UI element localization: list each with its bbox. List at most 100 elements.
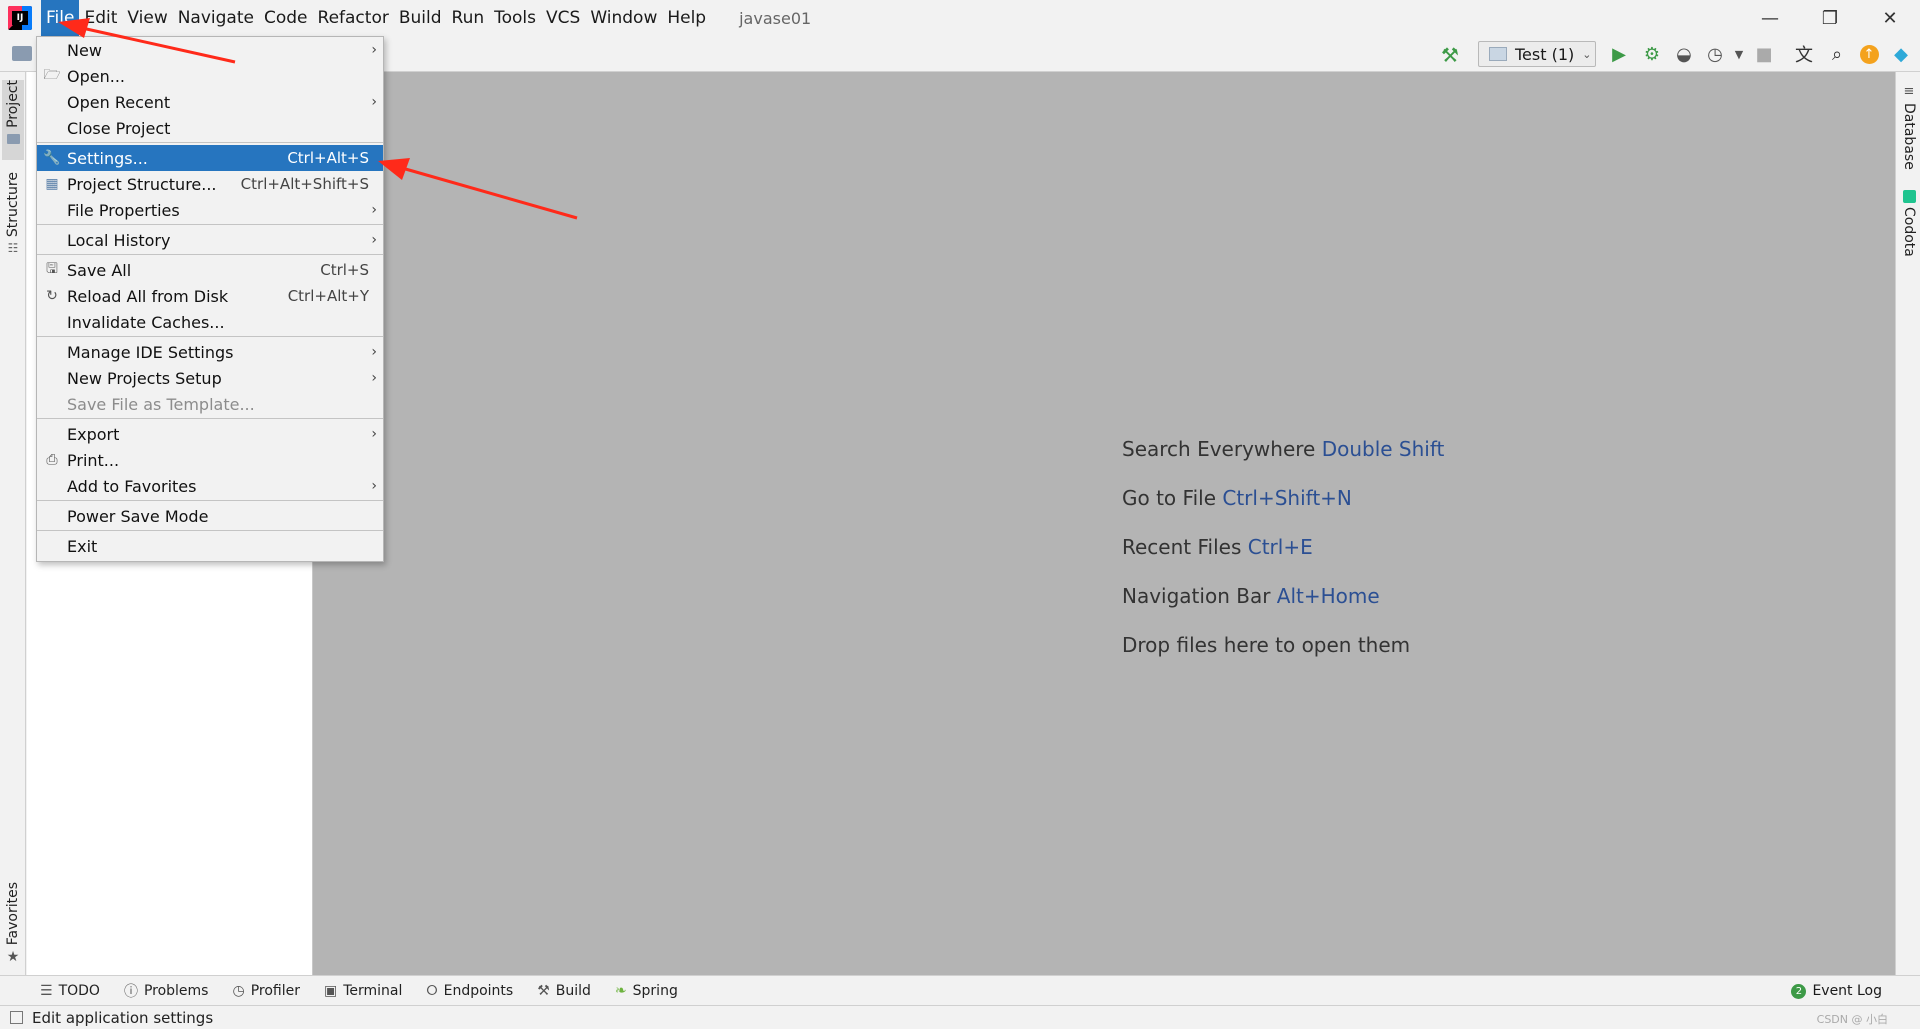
tool-tab-codota[interactable]: Codota xyxy=(1898,190,1920,257)
hint-nav-label: Navigation Bar xyxy=(1122,584,1277,608)
status-bar: Edit application settings CSDN @ 小白 xyxy=(0,1005,1920,1029)
tool-window-event-log[interactable]: 2 Event Log xyxy=(1791,983,1882,999)
build-icon: ⚒ xyxy=(537,982,550,999)
menu-tools[interactable]: Tools xyxy=(489,0,541,36)
menu-edit[interactable]: Edit xyxy=(79,0,122,36)
spring-label: Spring xyxy=(632,982,678,999)
hint-search-label: Search Everywhere xyxy=(1122,437,1322,461)
tool-tab-structure-label: Structure xyxy=(5,172,21,238)
plugin-icon[interactable]: ◆ xyxy=(1889,42,1913,66)
project-name: javase01 xyxy=(739,8,812,28)
menu-separator xyxy=(37,530,383,531)
run-configuration-select[interactable]: Test (1) ⌄ xyxy=(1478,41,1596,67)
reload-icon: ↻ xyxy=(46,288,58,304)
menu-item-manage-ide-settings[interactable]: Manage IDE Settings › xyxy=(37,339,383,365)
profile-dropdown-icon[interactable]: ▼ xyxy=(1727,42,1751,66)
menu-window[interactable]: Window xyxy=(585,0,662,36)
hint-goto-label: Go to File xyxy=(1122,486,1223,510)
menu-item-file-properties[interactable]: File Properties › xyxy=(37,197,383,223)
menu-item-project-structure[interactable]: ▦ Project Structure... Ctrl+Alt+Shift+S xyxy=(37,171,383,197)
translate-icon[interactable]: 文 xyxy=(1792,42,1816,66)
menu-item-settings-shortcut: Ctrl+Alt+S xyxy=(287,149,369,167)
menu-item-save-all[interactable]: 🖫 Save All Ctrl+S xyxy=(37,257,383,283)
tool-window-profiler[interactable]: ◷ Profiler xyxy=(232,981,300,1001)
folder-open-icon: 🗁 xyxy=(43,67,61,83)
menu-item-power-save-mode[interactable]: Power Save Mode xyxy=(37,503,383,529)
star-icon: ★ xyxy=(6,949,20,966)
menu-code[interactable]: Code xyxy=(259,0,313,36)
tool-window-terminal[interactable]: ▣ Terminal xyxy=(324,981,402,1001)
intellij-logo-icon: IJ xyxy=(8,6,32,30)
tool-tab-structure[interactable]: Structure ☷ xyxy=(2,172,24,332)
menu-item-local-history-label: Local History xyxy=(67,230,171,250)
hint-drop-files: Drop files here to open them xyxy=(1122,633,1411,657)
coverage-icon[interactable]: ◒ xyxy=(1672,42,1696,66)
menu-item-export-label: Export xyxy=(67,424,120,444)
tool-windows-toggle-icon[interactable] xyxy=(10,1011,23,1024)
menu-build[interactable]: Build xyxy=(394,0,447,36)
tool-window-build[interactable]: ⚒ Build xyxy=(537,981,591,1001)
submenu-arrow-icon: › xyxy=(371,426,377,442)
menu-separator xyxy=(37,224,383,225)
menu-item-reload-shortcut: Ctrl+Alt+Y xyxy=(287,287,369,305)
tool-tab-database[interactable]: ≡ Database xyxy=(1898,84,1920,170)
chevron-down-icon: ⌄ xyxy=(1582,47,1592,61)
project-structure-icon: ▦ xyxy=(45,176,59,192)
menu-file[interactable]: File xyxy=(41,0,80,36)
menu-item-power-save-label: Power Save Mode xyxy=(67,506,209,526)
menu-item-project-structure-shortcut: Ctrl+Alt+Shift+S xyxy=(240,175,369,193)
tool-window-spring[interactable]: ❧ Spring xyxy=(615,981,678,1001)
window-controls: — ❐ ✕ xyxy=(1740,0,1920,36)
close-icon[interactable]: ✕ xyxy=(1860,0,1920,36)
menu-refactor[interactable]: Refactor xyxy=(313,0,394,36)
profile-icon[interactable]: ◷ xyxy=(1703,42,1727,66)
menu-view[interactable]: View xyxy=(122,0,172,36)
hint-recent-shortcut: Ctrl+E xyxy=(1247,535,1313,559)
tool-tab-project[interactable]: Project xyxy=(2,80,24,160)
tool-window-endpoints[interactable]: ⭘ Endpoints xyxy=(426,981,513,1001)
menu-item-new-label: New xyxy=(67,40,102,60)
debug-icon[interactable]: ⚙ xyxy=(1640,42,1664,66)
menu-item-new-projects-setup[interactable]: New Projects Setup › xyxy=(37,365,383,391)
endpoints-label: Endpoints xyxy=(443,982,514,999)
menu-vcs[interactable]: VCS xyxy=(541,0,585,36)
minimize-icon[interactable]: — xyxy=(1740,0,1800,36)
terminal-icon: ▣ xyxy=(323,982,338,999)
menu-item-exit[interactable]: Exit xyxy=(37,533,383,559)
menu-run[interactable]: Run xyxy=(447,0,490,36)
file-menu-dropdown: New › 🗁 Open... Open Recent › Close Proj… xyxy=(36,36,384,562)
menu-separator xyxy=(37,500,383,501)
project-folder-icon[interactable] xyxy=(12,46,32,61)
menu-item-open[interactable]: 🗁 Open... xyxy=(37,63,383,89)
menu-item-invalidate-caches[interactable]: Invalidate Caches... xyxy=(37,309,383,335)
search-icon[interactable]: ⌕ xyxy=(1825,42,1849,66)
menu-item-export[interactable]: Export › xyxy=(37,421,383,447)
menu-item-invalidate-label: Invalidate Caches... xyxy=(67,312,225,332)
menu-item-add-to-favorites[interactable]: Add to Favorites › xyxy=(37,473,383,499)
hint-search-everywhere: Search Everywhere Double Shift xyxy=(1122,434,1444,483)
run-config-label: Test (1) xyxy=(1515,44,1575,64)
stop-icon[interactable]: ■ xyxy=(1752,42,1776,66)
tool-tab-favorites[interactable]: Favorites ★ xyxy=(2,882,24,972)
menu-item-local-history[interactable]: Local History › xyxy=(37,227,383,253)
menu-help[interactable]: Help xyxy=(662,0,711,36)
tool-window-todo[interactable]: ☰ TODO xyxy=(40,981,100,1001)
update-icon[interactable]: ↑ xyxy=(1857,42,1881,66)
event-count-badge: 2 xyxy=(1791,983,1807,999)
run-icon[interactable]: ▶ xyxy=(1607,42,1631,66)
menu-item-project-structure-label: Project Structure... xyxy=(67,174,217,194)
restore-icon[interactable]: ❐ xyxy=(1800,0,1860,36)
menu-item-open-recent[interactable]: Open Recent › xyxy=(37,89,383,115)
tool-window-problems[interactable]: ⓘ Problems xyxy=(124,981,209,1001)
menu-item-settings[interactable]: 🔧 Settings... Ctrl+Alt+S xyxy=(37,145,383,171)
menu-item-close-project[interactable]: Close Project xyxy=(37,115,383,141)
menu-navigate[interactable]: Navigate xyxy=(173,0,259,36)
menu-item-exit-label: Exit xyxy=(67,536,98,556)
title-bar: IJ File Edit View Navigate Code Refactor… xyxy=(0,0,1920,36)
menu-item-close-project-label: Close Project xyxy=(67,118,171,138)
build-hammer-icon[interactable]: ⚒ xyxy=(1441,43,1459,67)
menu-item-new[interactable]: New › xyxy=(37,37,383,63)
menu-item-reload-from-disk[interactable]: ↻ Reload All from Disk Ctrl+Alt+Y xyxy=(37,283,383,309)
tool-tab-project-label: Project xyxy=(5,80,21,128)
menu-item-print[interactable]: ⎙ Print... xyxy=(37,447,383,473)
